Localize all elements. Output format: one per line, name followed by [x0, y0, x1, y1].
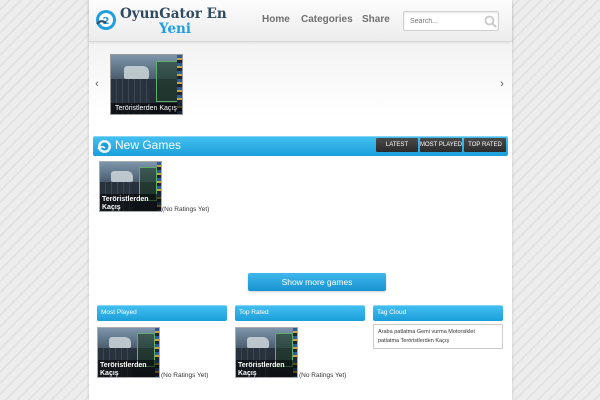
tag-cloud-line2[interactable]: patlatma Teröristlerden Kaçış	[378, 337, 498, 346]
search-icon[interactable]	[484, 15, 497, 28]
top-rated-header: Top Rated	[235, 305, 365, 321]
site-title-line2[interactable]: Yeni	[159, 21, 191, 37]
tab-latest[interactable]: LATEST	[376, 138, 418, 152]
top-rated-game-rating: (No Ratings Yet)	[299, 372, 347, 379]
new-games-header: New Games LATEST MOST PLAYED TOP RATED	[93, 136, 508, 156]
slider-item-caption: Teröristlerden Kaçış	[111, 103, 182, 114]
game-thumbnail[interactable]: Teröristlerden Kaçış	[99, 161, 162, 212]
top-rated-game-thumbnail[interactable]: Teröristlerden Kaçış	[235, 327, 298, 378]
most-played-game-title[interactable]: Teröristlerden Kaçış	[98, 360, 159, 377]
slider-prev-arrow-icon[interactable]: ‹	[93, 79, 101, 90]
most-played-game-thumbnail[interactable]: Teröristlerden Kaçış	[97, 327, 160, 378]
gamepad-icon	[97, 140, 111, 153]
search-input[interactable]	[410, 15, 480, 28]
nav-home[interactable]: Home	[262, 14, 290, 25]
game-rating: (No Ratings Yet)	[162, 206, 210, 213]
search-box	[403, 11, 499, 31]
tag-cloud-header: Tag Cloud	[373, 305, 503, 321]
tag-cloud-line1[interactable]: Araba patlatma Gemi vurma Motorsiklet	[378, 328, 498, 337]
game-title[interactable]: Teröristlerden Kaçış	[100, 194, 161, 211]
slider-item[interactable]: Teröristlerden Kaçış	[110, 54, 183, 115]
tab-top-rated[interactable]: TOP RATED	[464, 138, 506, 152]
new-games-title: New Games	[115, 138, 182, 152]
show-more-games-button[interactable]: Show more games	[248, 273, 386, 291]
most-played-game-rating: (No Ratings Yet)	[161, 372, 209, 379]
nav-share[interactable]: Share	[362, 14, 390, 25]
most-played-header: Most Played	[97, 305, 227, 321]
nav-categories[interactable]: Categories	[301, 14, 353, 25]
tab-most-played[interactable]: MOST PLAYED	[420, 138, 462, 152]
tag-cloud-box: Araba patlatma Gemi vurma Motorsiklet pa…	[373, 324, 503, 349]
top-rated-game-title[interactable]: Teröristlerden Kaçış	[236, 360, 297, 377]
tag-cloud-title: Tag Cloud	[377, 309, 407, 316]
site-title-line1[interactable]: OyunGator En	[120, 6, 227, 22]
site-header: 2 OyunGator En Yeni Home Categories Shar…	[89, 0, 512, 42]
slider-next-arrow-icon[interactable]: ›	[498, 79, 506, 90]
top-rated-title: Top Rated	[239, 309, 269, 316]
most-played-title: Most Played	[101, 309, 137, 316]
gamepad-logo-icon[interactable]: 2	[95, 9, 117, 31]
